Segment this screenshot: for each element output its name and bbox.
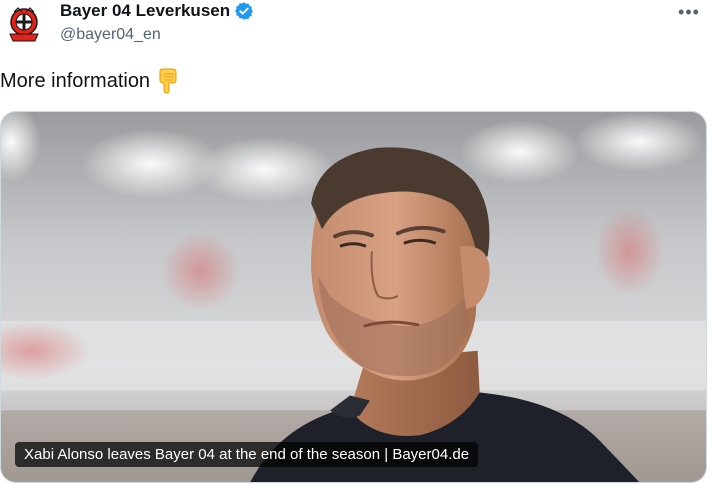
media-caption: Xabi Alonso leaves Bayer 04 at the end o… (15, 442, 479, 467)
verified-badge-icon (235, 2, 254, 20)
account-handle[interactable]: @bayer04_en (60, 26, 161, 44)
name-row: Bayer 04 Leverkusen (60, 1, 254, 21)
display-name[interactable]: Bayer 04 Leverkusen (60, 1, 230, 21)
backhand-index-pointing-down-icon (159, 68, 177, 94)
tweet-text: More information (0, 68, 178, 94)
account-avatar[interactable] (4, 4, 44, 44)
media-card[interactable]: Xabi Alonso leaves Bayer 04 at the end o… (0, 111, 707, 483)
more-options-button[interactable]: ••• (675, 2, 703, 22)
news-photo (1, 112, 706, 482)
tweet-header: Bayer 04 Leverkusen @bayer04_en ••• (0, 0, 709, 52)
tweet-text-content: More information (0, 69, 151, 92)
bayer-leverkusen-crest-icon (5, 5, 43, 43)
more-icon: ••• (678, 2, 700, 22)
